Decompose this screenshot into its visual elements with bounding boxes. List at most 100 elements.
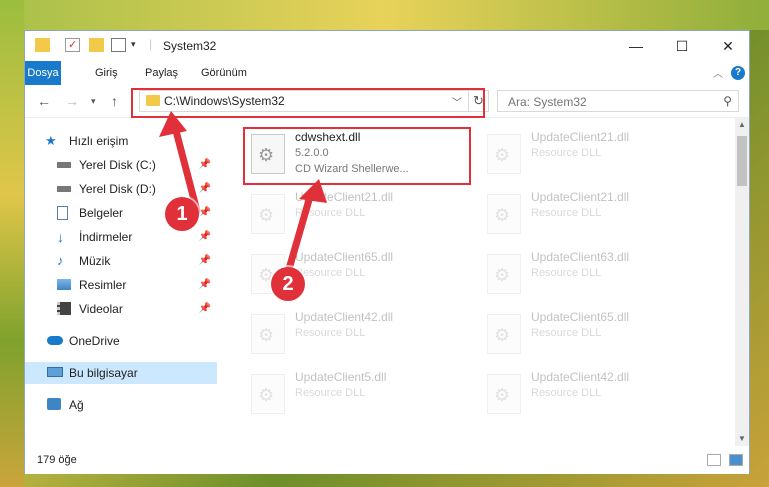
pin-icon[interactable]: 📌	[199, 202, 211, 224]
close-button[interactable]: ✕	[705, 31, 751, 61]
file-name: UpdateClient65.dll	[531, 310, 630, 324]
list-item[interactable]: ⚙ UpdateClient42.dll Resource DLL	[481, 368, 711, 424]
gear-icon: ⚙	[494, 325, 511, 345]
address-dropdown-chevron-icon[interactable]: ﹀	[452, 94, 462, 109]
navigation-bar: ← → ▾ ↑ C:\Windows\System32 ﹀ ↻ ⚲	[25, 85, 749, 118]
up-arrow-icon[interactable]: ↑	[111, 93, 118, 109]
item-count: 179 öğe	[37, 454, 77, 466]
pin-icon[interactable]: 📌	[199, 154, 211, 176]
list-item[interactable]: ⚙ UpdateClient42.dll Resource DLL	[245, 308, 475, 364]
pin-icon[interactable]: 📌	[199, 250, 211, 272]
tab-dosya[interactable]: Dosya	[25, 61, 61, 85]
star-icon: ★	[45, 133, 57, 148]
file-explorer-window: ✓ ▾ | System32 — ☐ ✕ Dosya Giriş Paylaş …	[24, 30, 750, 474]
pin-icon[interactable]: 📌	[199, 178, 211, 200]
network-icon	[47, 398, 61, 410]
expand-ribbon-chevron-icon[interactable]: ︿	[713, 65, 723, 80]
dll-file-icon: ⚙	[251, 314, 285, 354]
tab-paylas[interactable]: Paylaş	[135, 61, 188, 85]
sidebar-item-ag[interactable]: Ağ	[25, 394, 217, 416]
sidebar-item-label: Yerel Disk (D:)	[79, 182, 156, 196]
file-name: UpdateClient42.dll	[531, 370, 630, 384]
download-icon: ↓	[57, 229, 64, 245]
file-type: Resource DLL	[531, 267, 602, 279]
drive-icon	[57, 186, 71, 192]
file-type: Resource DLL	[295, 207, 366, 219]
sidebar-item-label: Resimler	[79, 278, 127, 292]
back-arrow-icon[interactable]: ←	[37, 93, 51, 109]
gear-icon: ⚙	[494, 205, 511, 225]
file-name: UpdateClient5.dll	[295, 370, 387, 384]
gear-icon: ⚙	[258, 205, 275, 225]
tab-giris[interactable]: Giriş	[85, 61, 128, 85]
scroll-down-arrow-icon[interactable]: ▼	[735, 432, 749, 446]
pin-icon[interactable]: 📌	[199, 226, 211, 248]
gear-icon: ⚙	[258, 385, 275, 405]
step-badge-1: 1	[165, 197, 199, 231]
list-item[interactable]: ⚙ UpdateClient63.dll Resource DLL	[481, 248, 711, 304]
minimize-button[interactable]: —	[613, 31, 659, 61]
search-input[interactable]	[506, 93, 710, 111]
file-type: Resource DLL	[531, 207, 602, 219]
file-name: UpdateClient21.dll	[295, 190, 394, 204]
computer-icon	[47, 367, 63, 377]
details-view-icon[interactable]	[707, 454, 721, 466]
folder-icon	[146, 95, 160, 106]
address-bar[interactable]: C:\Windows\System32 ﹀	[139, 90, 469, 112]
scrollbar-thumb[interactable]	[737, 136, 747, 186]
maximize-button[interactable]: ☐	[659, 31, 705, 61]
sidebar-item-resimler[interactable]: Resimler 📌	[25, 274, 217, 296]
vertical-scrollbar[interactable]: ▲ ▼	[735, 118, 749, 446]
sidebar-item-label: Ağ	[69, 398, 84, 412]
sidebar-item-bu-bilgisayar[interactable]: Bu bilgisayar	[25, 362, 217, 384]
file-version: 5.2.0.0	[295, 147, 329, 159]
file-name: UpdateClient21.dll	[531, 190, 630, 204]
file-name: UpdateClient21.dll	[531, 130, 630, 144]
title-separator: |	[149, 37, 153, 51]
pictures-icon	[57, 279, 71, 290]
sidebar-item-muzik[interactable]: ♪ Müzik 📌	[25, 250, 217, 272]
file-type: Resource DLL	[295, 387, 366, 399]
sidebar-item-yerel-disk-c[interactable]: Yerel Disk (C:) 📌	[25, 154, 217, 176]
new-folder-icon[interactable]	[89, 38, 104, 52]
tab-gorunum[interactable]: Görünüm	[191, 61, 257, 85]
sidebar-item-hizli-erisim[interactable]: ★ Hızlı erişim	[25, 130, 217, 152]
sidebar-item-onedrive[interactable]: OneDrive	[25, 330, 217, 352]
address-path: C:\Windows\System32	[164, 94, 285, 108]
file-type: Resource DLL	[295, 327, 366, 339]
file-type: Resource DLL	[531, 327, 602, 339]
desktop-wallpaper-top	[0, 0, 769, 30]
recent-locations-chevron-icon[interactable]: ▾	[91, 96, 96, 107]
customize-toolbar-chevron-icon[interactable]: ▾	[131, 39, 136, 50]
scroll-up-arrow-icon[interactable]: ▲	[735, 118, 749, 132]
help-icon[interactable]: ?	[731, 66, 745, 80]
sidebar-item-label: İndirmeler	[79, 230, 133, 244]
list-item[interactable]: ⚙ UpdateClient5.dll Resource DLL	[245, 368, 475, 424]
dll-file-icon: ⚙	[251, 134, 285, 174]
file-type: Resource DLL	[531, 147, 602, 159]
view-options-icon[interactable]	[111, 38, 126, 52]
status-bar: 179 öğe	[25, 446, 749, 474]
file-type: Resource DLL	[531, 387, 602, 399]
search-icon[interactable]: ⚲	[723, 94, 732, 108]
list-item[interactable]: ⚙ UpdateClient65.dll Resource DLL	[481, 308, 711, 364]
search-box[interactable]: ⚲	[497, 90, 739, 112]
sidebar-item-label: OneDrive	[69, 334, 120, 348]
list-item[interactable]: ⚙ UpdateClient21.dll Resource DLL	[245, 188, 475, 244]
sidebar-item-yerel-disk-d[interactable]: Yerel Disk (D:) 📌	[25, 178, 217, 200]
dll-file-icon: ⚙	[487, 194, 521, 234]
dll-file-icon: ⚙	[487, 134, 521, 174]
ribbon-tabs: Dosya Giriş Paylaş Görünüm ︿ ?	[25, 61, 749, 85]
title-bar: ✓ ▾ | System32 — ☐ ✕	[25, 31, 749, 61]
list-item[interactable]: ⚙ UpdateClient21.dll Resource DLL	[481, 128, 711, 184]
properties-icon[interactable]: ✓	[65, 38, 80, 52]
large-icons-view-icon[interactable]	[729, 454, 743, 466]
file-item-highlighted[interactable]: ⚙ cdwshext.dll 5.2.0.0 CD Wizard Sheller…	[245, 128, 475, 184]
sidebar-item-videolar[interactable]: Videolar 📌	[25, 298, 217, 320]
forward-arrow-icon[interactable]: →	[65, 93, 79, 109]
refresh-icon[interactable]: ↻	[469, 90, 489, 112]
pin-icon[interactable]: 📌	[199, 298, 211, 320]
dll-file-icon: ⚙	[251, 374, 285, 414]
pin-icon[interactable]: 📌	[199, 274, 211, 296]
list-item[interactable]: ⚙ UpdateClient21.dll Resource DLL	[481, 188, 711, 244]
